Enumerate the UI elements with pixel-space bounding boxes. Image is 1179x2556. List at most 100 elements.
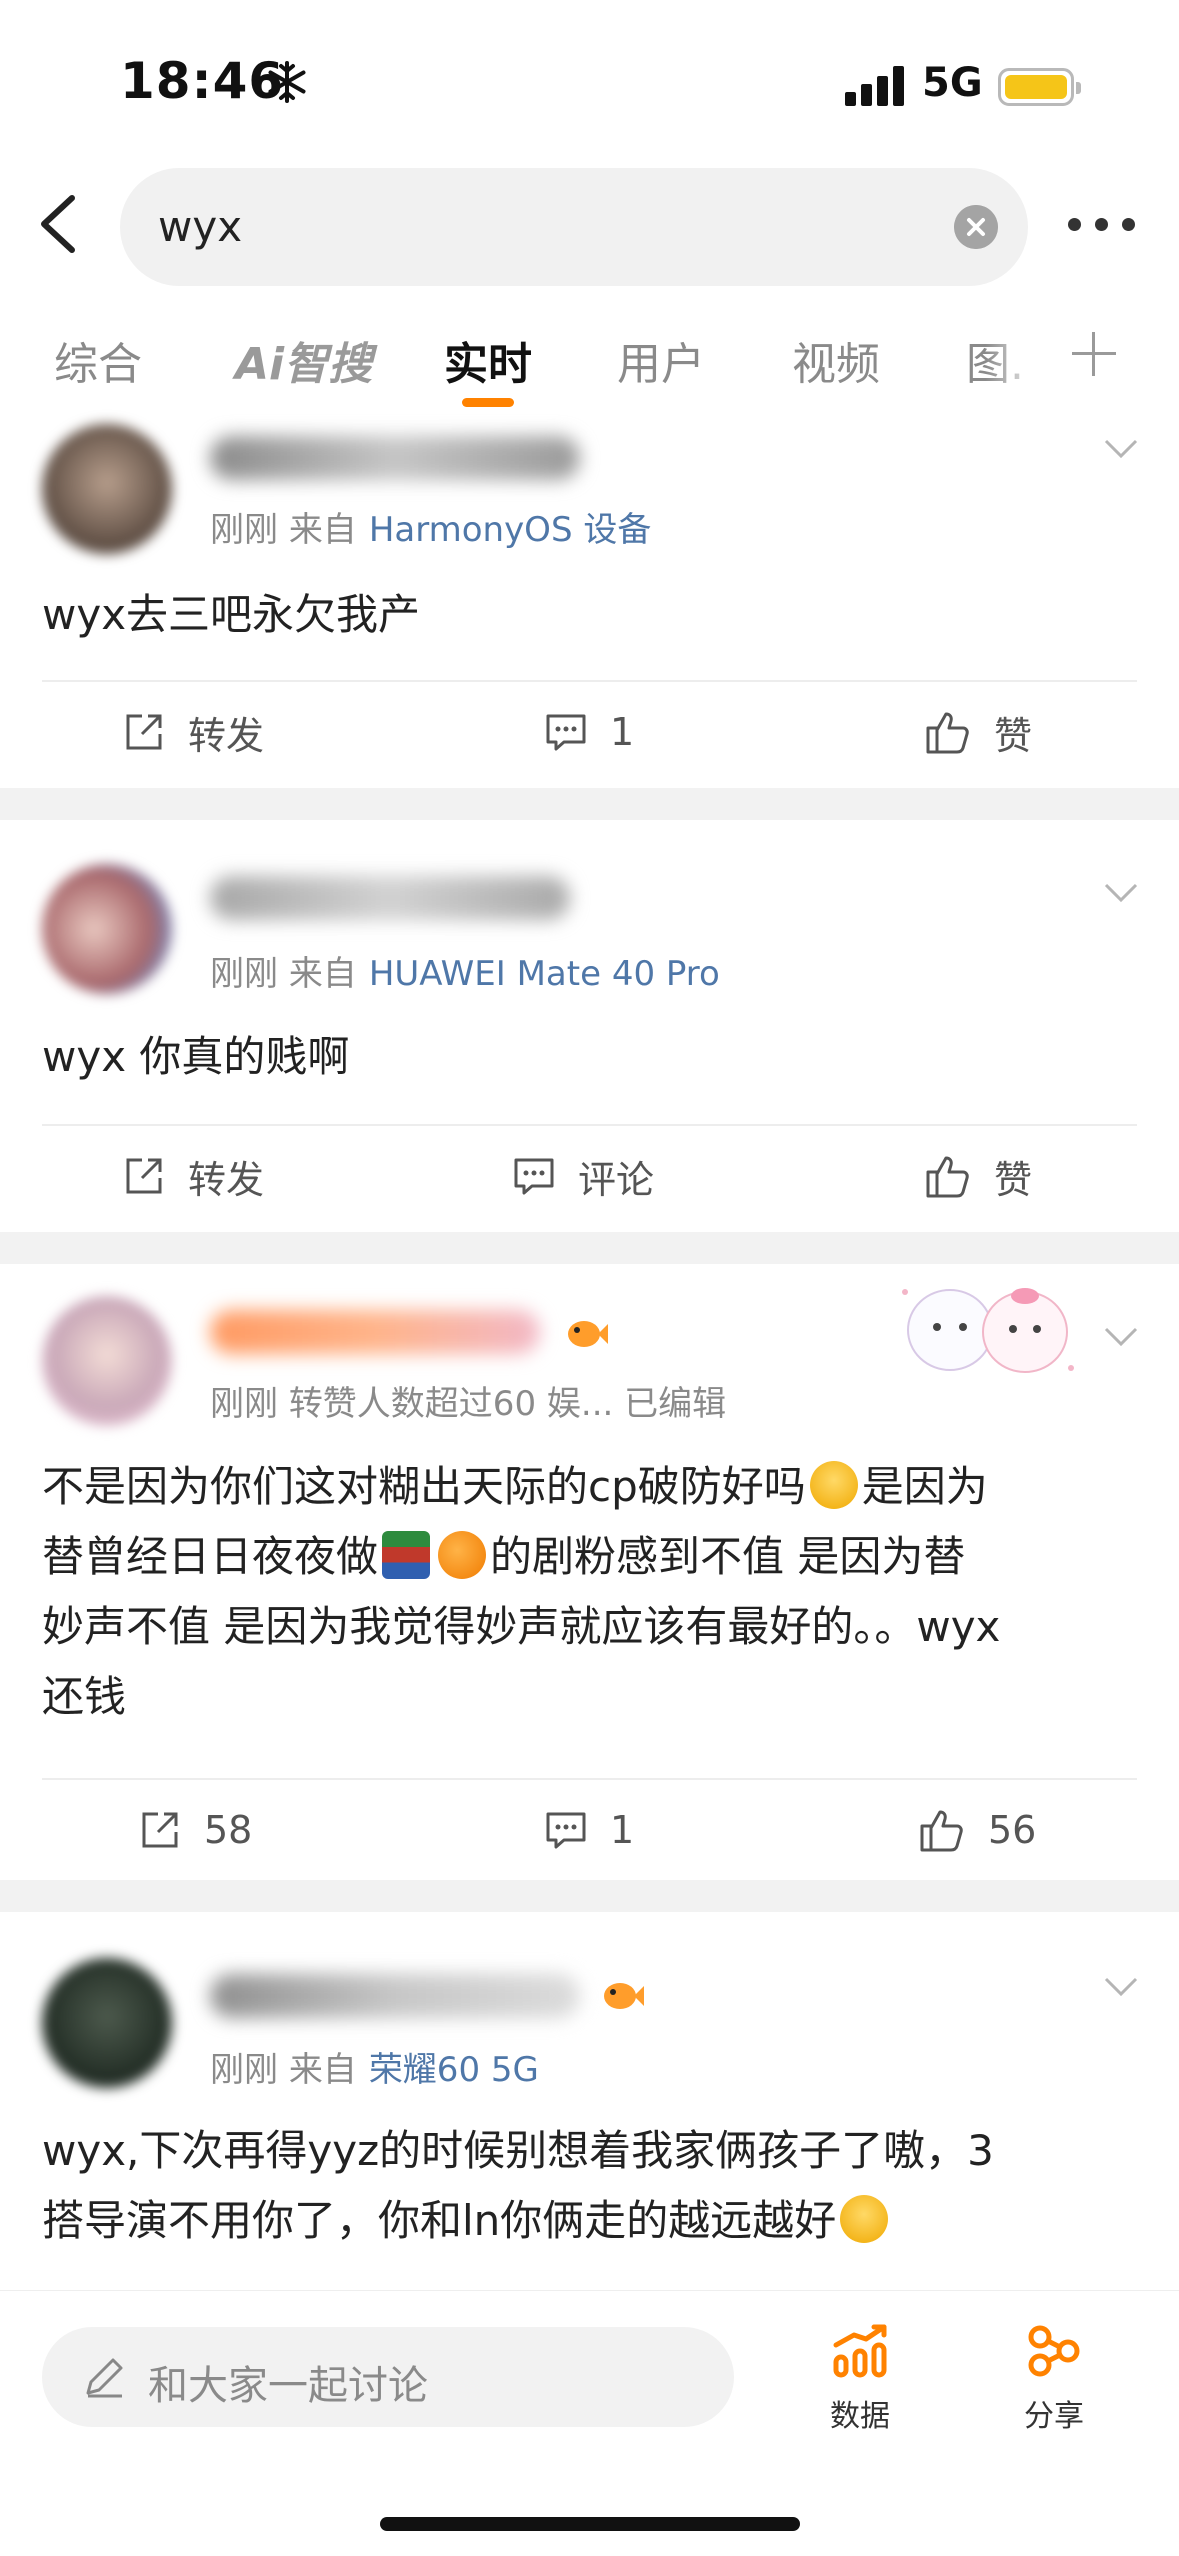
post-card[interactable]: 刚刚 来自 荣耀60 5G wyx,下次再得yyz的时候别想着我家俩孩子了嗷，3 … [0,1912,1179,2290]
active-tab-indicator [462,398,514,407]
fish-badge-icon [568,1321,608,1347]
post-source[interactable]: HUAWEI Mate 40 Pro [369,954,720,994]
like-label: 赞 [994,1157,1033,1202]
post-time: 刚刚 [210,954,278,994]
search-input[interactable]: wyx [120,168,1028,286]
source-label: 来自 [288,954,357,994]
discuss-placeholder: 和大家一起讨论 [148,2363,428,2409]
cartoon-sticker-icon [902,1288,1074,1373]
repost-icon [142,1812,178,1848]
pen-icon [86,2358,123,2398]
tab-general[interactable]: 综合 [54,328,142,392]
repost-count: 58 [204,1808,253,1852]
user-name-blurred[interactable] [210,876,570,920]
user-name-blurred[interactable] [210,436,580,480]
more-options-icon[interactable] [1068,218,1136,232]
tab-realtime[interactable]: 实时 [444,328,532,392]
post-content[interactable]: wyx,下次再得yyz的时候别想着我家俩孩子了嗷，3 搭导演不用你了，你和ln你… [42,2116,1137,2256]
like-button[interactable]: 赞 [924,1146,1032,1206]
fish-badge-icon [604,1983,644,2009]
avatar[interactable] [42,864,172,994]
chevron-down-icon[interactable] [1103,882,1139,904]
back-arrow-icon[interactable] [30,192,86,256]
comment-button[interactable]: 1 [544,1800,634,1860]
status-bar: 18:46 5G [0,0,1179,160]
avatar[interactable] [42,1958,172,2088]
avatar[interactable] [42,424,172,554]
repost-button[interactable]: 58 [138,1800,252,1860]
source-label: 来自 [288,2050,357,2090]
repost-label: 转发 [188,1157,265,1202]
chevron-down-icon[interactable] [1103,1326,1139,1348]
comment-button[interactable]: 评论 [512,1146,654,1206]
repost-label: 转发 [188,713,265,758]
thumbs-up-icon [926,1156,969,1198]
post-meta: 刚刚 转赞人数超过60 娱... 已编辑 [210,1376,726,1425]
comment-button[interactable]: 1 [544,702,634,762]
share-button[interactable]: 分享 [994,2323,1114,2435]
battery-icon [998,68,1081,106]
edited-label: 已编辑 [624,1384,727,1424]
post-source[interactable]: HarmonyOS 设备 [369,510,652,550]
rofl-emoji-icon [809,1461,858,1509]
source-label: 来自 [288,510,357,550]
share-icon [1028,2325,1080,2377]
discuss-input[interactable]: 和大家一起讨论 [42,2327,734,2427]
books-emoji-icon [382,1531,431,1579]
post-card[interactable]: 刚刚 来自 HarmonyOS 设备 wyx去三吧永欠我产 转发 1 赞 [0,410,1179,788]
share-label: 分享 [1024,2399,1084,2434]
chevron-down-icon[interactable] [1103,1976,1139,1998]
post-meta: 刚刚 来自 HUAWEI Mate 40 Pro [210,946,720,995]
user-name-blurred[interactable] [210,1310,540,1354]
like-label: 赞 [994,713,1033,758]
tangerine-emoji-icon [438,1531,487,1579]
repost-button[interactable]: 转发 [122,702,264,762]
post-card[interactable]: 刚刚 转赞人数超过60 娱... 已编辑 不是因为你们这对糊出天际的cp破防好吗… [0,1264,1179,1880]
search-tabs: 综合 Ai智搜 实时 用户 视频 图. [0,318,1179,408]
hug-emoji-icon [840,2195,889,2243]
post-content[interactable]: wyx 你真的贱啊 [42,1022,1137,1092]
post-content[interactable]: 不是因为你们这对糊出天际的cp破防好吗 是因为 替曾经日日夜夜做 的剧粉感到不值 是… [42,1452,1137,1732]
post-category[interactable]: 娱... [547,1384,613,1424]
data-label: 数据 [830,2399,890,2434]
post-meta: 刚刚 来自 荣耀60 5G [210,2042,539,2091]
post-time: 刚刚 [210,1384,278,1424]
like-button[interactable]: 56 [918,1800,1036,1860]
like-count: 56 [988,1808,1037,1852]
status-time: 18:46 [120,52,285,110]
post-card[interactable]: 刚刚 来自 HUAWEI Mate 40 Pro wyx 你真的贱啊 转发 评论 … [0,820,1179,1232]
post-time: 刚刚 [210,2050,278,2090]
like-button[interactable]: 赞 [924,702,1032,762]
clear-search-icon[interactable] [954,205,998,249]
tab-videos[interactable]: 视频 [792,328,880,392]
post-meta: 刚刚 来自 HarmonyOS 设备 [210,502,651,551]
comment-icon [514,1158,554,1195]
comment-icon [546,1812,586,1849]
cellular-signal-icon [845,66,905,106]
tab-ai-search[interactable]: Ai智搜 [235,328,372,392]
thumbs-up-icon [926,712,969,754]
post-stats-note: 转赞人数超过60 [288,1384,537,1424]
repost-icon [126,714,162,750]
avatar[interactable] [42,1296,172,1426]
comment-icon [546,714,586,751]
post-content[interactable]: wyx去三吧永欠我产 [42,580,1137,650]
add-tab-icon[interactable] [1072,332,1116,376]
user-name-blurred[interactable] [210,1974,580,2018]
network-type: 5G [922,60,983,106]
bottom-bar: 和大家一起讨论 数据 分享 [0,2290,1179,2556]
chart-data-icon [833,2324,887,2378]
tab-users[interactable]: 用户 [617,328,705,392]
repost-button[interactable]: 转发 [122,1146,264,1206]
post-time: 刚刚 [210,510,278,550]
comment-label: 1 [610,710,635,754]
comment-label: 评论 [578,1157,655,1202]
thumbs-up-icon [920,1810,963,1852]
post-source[interactable]: 荣耀60 5G [369,2050,539,2090]
chevron-down-icon[interactable] [1103,438,1139,460]
data-button[interactable]: 数据 [800,2323,920,2435]
snowflake-icon [268,61,306,103]
home-indicator [380,2517,800,2531]
search-query[interactable]: wyx [158,202,242,251]
repost-icon [126,1158,162,1194]
